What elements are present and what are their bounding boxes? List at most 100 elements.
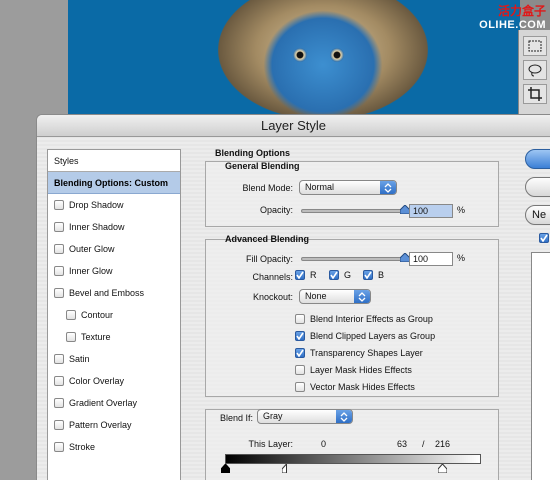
checkmark-icon	[296, 349, 304, 357]
black-split-slider[interactable]	[282, 464, 291, 473]
blend-mode-value: Normal	[305, 182, 335, 192]
blending-options-title: Blending Options	[215, 148, 290, 158]
styles-header[interactable]: Styles	[48, 150, 180, 172]
blend-mode-label: Blend Mode:	[242, 183, 293, 193]
style-list-item-label: Blending Options: Custom	[54, 177, 168, 188]
cancel-button[interactable]	[525, 177, 550, 197]
tools-palette	[518, 30, 550, 116]
style-list-item[interactable]: Bevel and Emboss	[48, 282, 180, 304]
blend-if-value: Gray	[263, 411, 283, 421]
option-checkbox-box[interactable]	[295, 365, 305, 375]
advanced-option-checkbox[interactable]: Blend Clipped Layers as Group	[295, 331, 435, 341]
style-checkbox[interactable]	[54, 442, 64, 452]
style-checkbox[interactable]	[54, 398, 64, 408]
ok-button[interactable]	[525, 149, 550, 169]
advanced-option-label: Blend Clipped Layers as Group	[310, 331, 436, 341]
style-checkbox[interactable]	[54, 420, 64, 430]
lasso-icon	[528, 64, 542, 77]
advanced-option-label: Vector Mask Hides Effects	[310, 382, 415, 392]
advanced-option-checkbox[interactable]: Blend Interior Effects as Group	[295, 314, 433, 324]
fill-opacity-slider[interactable]	[301, 257, 405, 261]
checkmark-icon	[330, 271, 338, 279]
style-checkbox[interactable]	[54, 354, 64, 364]
style-list-item[interactable]: Inner Glow	[48, 260, 180, 282]
white-point-slider[interactable]	[438, 464, 447, 473]
style-checkbox[interactable]	[54, 244, 64, 254]
style-list-item[interactable]: Color Overlay	[48, 370, 180, 392]
channel-label: G	[344, 270, 352, 280]
channel-r-checkbox[interactable]: R	[295, 270, 317, 280]
style-list-item[interactable]: Drop Shadow	[48, 194, 180, 216]
style-checkbox[interactable]	[54, 288, 64, 298]
style-checkbox[interactable]	[54, 200, 64, 210]
this-layer-low-value[interactable]: 0	[321, 439, 331, 449]
option-checkbox-box[interactable]	[295, 348, 305, 358]
fill-opacity-unit: %	[457, 253, 466, 263]
style-checkbox[interactable]	[54, 376, 64, 386]
channel-b-checkbox[interactable]: B	[363, 270, 384, 280]
black-point-slider[interactable]	[221, 464, 230, 473]
option-checkbox-box[interactable]	[295, 331, 305, 341]
chevron-updown-icon	[336, 410, 352, 423]
style-list-item-label: Stroke	[69, 442, 96, 452]
right-eye-image	[330, 48, 344, 62]
preview-checkbox[interactable]	[539, 233, 550, 244]
advanced-blending-title: Advanced Blending	[225, 234, 310, 244]
channel-label: R	[310, 270, 317, 280]
style-preview-swatch	[531, 252, 550, 480]
style-list-item[interactable]: Stroke	[48, 436, 180, 458]
this-layer-high-value[interactable]: 216	[435, 439, 459, 449]
document-canvas[interactable]	[68, 0, 520, 114]
watermark: 活力盒子 OLIHE.COM	[479, 2, 546, 31]
opacity-label: Opacity:	[259, 205, 293, 215]
lasso-tool[interactable]	[523, 60, 547, 80]
advanced-option-checkbox[interactable]: Transparency Shapes Layer	[295, 348, 423, 358]
style-list-item-label: Drop Shadow	[69, 200, 124, 210]
checkmark-icon	[539, 233, 549, 243]
style-checkbox[interactable]	[66, 332, 76, 342]
blend-if-select[interactable]: Gray	[257, 409, 353, 424]
new-style-button[interactable]: Ne	[525, 205, 550, 225]
opacity-input[interactable]: 100	[409, 204, 453, 218]
blend-mode-select[interactable]: Normal	[299, 180, 397, 195]
left-eye-image	[293, 48, 307, 62]
style-checkbox[interactable]	[66, 310, 76, 320]
this-layer-mid-value[interactable]: 63	[397, 439, 417, 449]
style-list-item-label: Color Overlay	[69, 376, 125, 386]
advanced-option-label: Blend Interior Effects as Group	[310, 314, 433, 324]
style-list-item[interactable]: Inner Shadow	[48, 216, 180, 238]
knockout-select[interactable]: None	[299, 289, 371, 304]
style-list-item[interactable]: Gradient Overlay	[48, 392, 180, 414]
channels-label: Channels:	[252, 272, 293, 282]
style-list-item[interactable]: Pattern Overlay	[48, 414, 180, 436]
style-checkbox[interactable]	[54, 266, 64, 276]
knockout-label: Knockout:	[252, 292, 293, 302]
fill-opacity-input[interactable]: 100	[409, 252, 453, 266]
this-layer-gradient-bar[interactable]	[225, 454, 481, 464]
checkmark-icon	[364, 271, 372, 279]
option-checkbox-box[interactable]	[295, 314, 305, 324]
style-checkbox[interactable]	[54, 222, 64, 232]
style-list-item-label: Inner Glow	[69, 266, 113, 276]
style-list-item[interactable]: Blending Options: Custom	[48, 172, 180, 194]
styles-list: Styles Blending Options: Custom Drop Shad…	[47, 149, 181, 480]
checkmark-icon	[296, 332, 304, 340]
style-list-item[interactable]: Contour	[48, 304, 180, 326]
style-list-item[interactable]: Satin	[48, 348, 180, 370]
style-list-item-label: Inner Shadow	[69, 222, 125, 232]
opacity-unit: %	[457, 205, 466, 215]
channel-g-checkbox[interactable]: G	[329, 270, 351, 280]
crop-tool[interactable]	[523, 84, 547, 104]
option-checkbox-box[interactable]	[295, 382, 305, 392]
style-list-item[interactable]: Texture	[48, 326, 180, 348]
advanced-option-checkbox[interactable]: Layer Mask Hides Effects	[295, 365, 412, 375]
opacity-slider[interactable]	[301, 209, 405, 213]
channel-checkbox-box[interactable]	[329, 270, 339, 280]
watermark-line-1: 活力盒子	[497, 4, 546, 18]
channel-checkbox-box[interactable]	[363, 270, 373, 280]
style-list-item-label: Bevel and Emboss	[69, 288, 145, 298]
channel-checkbox-box[interactable]	[295, 270, 305, 280]
advanced-option-checkbox[interactable]: Vector Mask Hides Effects	[295, 382, 415, 392]
marquee-tool[interactable]	[523, 36, 547, 56]
style-list-item[interactable]: Outer Glow	[48, 238, 180, 260]
